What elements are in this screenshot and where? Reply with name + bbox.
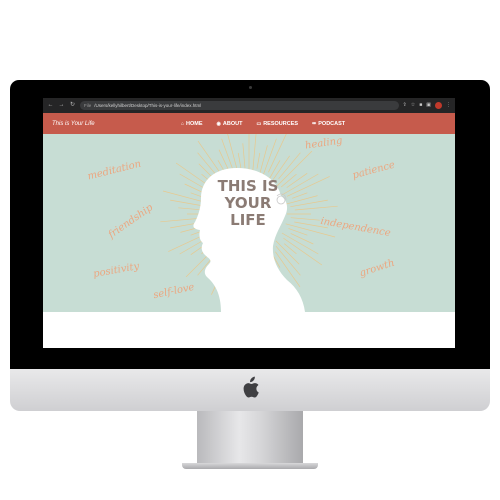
sunburst-ray	[275, 240, 300, 265]
imac-stand-base	[182, 463, 318, 469]
browser-window: ← → ↻ File /Users/kellyhilbert/Desktop/T…	[43, 98, 455, 348]
page-content-area	[43, 312, 455, 348]
menu-item-resources[interactable]: ▭ RESOURCES	[256, 121, 298, 127]
sunburst-ray	[256, 152, 261, 169]
sunburst-ray	[286, 173, 308, 188]
book-icon: ▭	[256, 120, 262, 127]
menu-label: HOME	[186, 120, 203, 127]
sunburst-ray	[170, 199, 204, 207]
hero-title-line: LIFE	[230, 211, 266, 229]
sunburst-ray	[290, 233, 314, 245]
imac-chin	[10, 369, 490, 411]
menu-item-podcast[interactable]: ⚮ PODCAST	[312, 121, 345, 127]
sunburst-ray	[292, 192, 308, 199]
url-text[interactable]: /Users/kellyhilbert/Desktop/This-is-your…	[94, 103, 201, 108]
sunburst-ray	[197, 140, 223, 177]
file-info-label: File	[84, 103, 92, 108]
menu-label: RESOURCES	[263, 120, 299, 127]
imac-stand	[197, 411, 303, 465]
hero-title-line: THIS IS	[217, 177, 279, 195]
microphone-icon: ⚮	[312, 120, 317, 127]
star-icon[interactable]: ☆	[411, 98, 415, 113]
apple-logo-icon	[10, 376, 490, 405]
sunburst-ray	[242, 143, 246, 169]
sunburst-ray	[283, 243, 297, 255]
site-navbar: This is Your Life ⌂ HOME ◉ ABOUT ▭ RESOU…	[43, 113, 455, 134]
forward-arrow-icon[interactable]: →	[58, 98, 65, 113]
sunburst-ray	[221, 138, 234, 171]
more-menu-icon[interactable]: ⋮	[446, 98, 451, 113]
extension-icon[interactable]: ■	[419, 98, 422, 113]
browser-toolbar: ← → ↻ File /Users/kellyhilbert/Desktop/T…	[43, 98, 455, 113]
camera	[249, 86, 252, 89]
home-icon: ⌂	[181, 120, 185, 127]
sunburst-ray	[252, 134, 257, 173]
sunburst-ray	[290, 217, 320, 221]
main-menu: ⌂ HOME ◉ ABOUT ▭ RESOURCES ⚮ PODCAST	[181, 113, 345, 134]
site-title[interactable]: This is Your Life	[52, 121, 95, 127]
menu-label: PODCAST	[318, 120, 346, 127]
hero-title: THIS IS YOUR LIFE	[212, 178, 284, 229]
reload-icon[interactable]: ↻	[69, 98, 76, 113]
hero-banner: THIS IS YOUR LIFE meditation healing pat…	[43, 134, 455, 312]
hero-title-line: YOUR	[224, 194, 272, 212]
share-icon[interactable]: ⇧	[403, 98, 407, 113]
menu-item-home[interactable]: ⌂ HOME	[181, 121, 203, 127]
sunburst-ray	[283, 237, 323, 266]
back-arrow-icon[interactable]: ←	[47, 98, 54, 113]
sunburst-ray	[275, 245, 301, 276]
address-bar[interactable]: File /Users/kellyhilbert/Desktop/This-is…	[80, 101, 399, 110]
sunburst-ray	[258, 145, 268, 178]
profile-avatar[interactable]	[435, 102, 442, 109]
user-circle-icon: ◉	[216, 120, 221, 127]
sunburst-ray	[294, 205, 338, 211]
menu-item-about[interactable]: ◉ ABOUT	[217, 121, 243, 127]
sidebar-icon[interactable]: ▣	[426, 98, 431, 113]
sunburst-ray	[288, 228, 308, 236]
menu-label: ABOUT	[222, 120, 243, 127]
